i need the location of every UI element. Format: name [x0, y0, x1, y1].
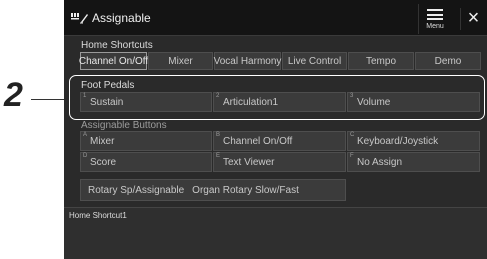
assign-index: F	[350, 153, 354, 159]
status-text: Home Shortcut1	[69, 211, 127, 220]
assignable-button-c[interactable]: C Keyboard/Joystick	[347, 131, 480, 151]
assign-index: A	[83, 132, 88, 138]
pedal-label: Sustain	[90, 96, 124, 108]
shortcut-demo[interactable]: Demo	[415, 52, 481, 70]
assign-label: Text Viewer	[223, 156, 275, 168]
pedal-index: 2	[216, 93, 220, 99]
assign-label: Channel On/Off	[223, 135, 293, 147]
assignable-buttons-label: Assignable Buttons	[81, 120, 167, 131]
keyboard-pedal-icon	[71, 13, 88, 24]
rotary-value: Organ Rotary Slow/Fast	[192, 184, 299, 196]
pedal-index: 1	[83, 93, 87, 99]
callout-line	[31, 99, 66, 100]
pedal-index: 3	[350, 93, 354, 99]
foot-pedal-2[interactable]: 2 Articulation1	[213, 92, 346, 112]
assign-index: B	[216, 132, 221, 138]
shortcut-channel-on-off[interactable]: Channel On/Off	[79, 52, 148, 70]
assign-index: E	[216, 153, 221, 159]
close-icon: ×	[467, 7, 480, 29]
assignable-button-e[interactable]: E Text Viewer	[213, 152, 346, 172]
assignable-screen: Assignable Menu × Home Shortcuts Channel…	[64, 0, 487, 259]
assignable-button-a[interactable]: A Mixer	[80, 131, 212, 151]
assign-label: No Assign	[357, 156, 403, 168]
assign-index: D	[83, 153, 88, 159]
window-title: Assignable	[92, 11, 151, 25]
rotary-label: Rotary Sp/Assignable	[88, 184, 185, 196]
pedal-label: Articulation1	[223, 96, 279, 108]
foot-pedals-label: Foot Pedals	[81, 80, 135, 91]
assign-label: Score	[90, 156, 117, 168]
foot-pedal-3[interactable]: 3 Volume	[347, 92, 480, 112]
title-bar: Assignable Menu ×	[64, 0, 487, 36]
shortcut-tempo[interactable]: Tempo	[348, 52, 414, 70]
foot-pedal-1[interactable]: 1 Sustain	[80, 92, 212, 112]
assignable-button-f[interactable]: F No Assign	[347, 152, 480, 172]
shortcut-mixer[interactable]: Mixer	[148, 52, 213, 70]
pedal-label: Volume	[357, 96, 391, 108]
assignable-button-d[interactable]: D Score	[80, 152, 212, 172]
shortcut-vocal-harmony[interactable]: Vocal Harmony	[214, 52, 281, 70]
home-shortcuts-label: Home Shortcuts	[81, 40, 153, 51]
callout-number: 2	[4, 76, 23, 114]
menu-label: Menu	[426, 23, 444, 30]
shortcut-live-control[interactable]: Live Control	[282, 52, 347, 70]
hamburger-icon	[427, 9, 443, 20]
close-button[interactable]: ×	[460, 8, 482, 30]
assign-index: C	[350, 132, 355, 138]
assignable-button-b[interactable]: B Channel On/Off	[213, 131, 346, 151]
assign-label: Mixer	[90, 135, 115, 147]
status-bar: Home Shortcut1	[64, 207, 487, 259]
assign-label: Keyboard/Joystick	[357, 135, 439, 147]
rotary-assignable-button[interactable]: Rotary Sp/Assignable Organ Rotary Slow/F…	[80, 179, 346, 201]
menu-button[interactable]: Menu	[418, 4, 450, 34]
